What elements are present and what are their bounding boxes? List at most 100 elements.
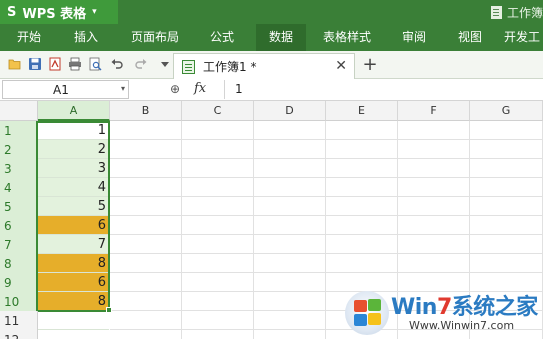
redo-icon[interactable] [134,57,148,71]
cell-a[interactable]: 1 [38,121,109,140]
grid-cell[interactable] [182,292,254,311]
grid-cell[interactable] [470,216,543,235]
cell-a[interactable]: 6 [38,273,109,292]
print-preview-icon[interactable] [88,57,102,71]
grid-cell[interactable] [110,159,182,178]
grid-cell[interactable] [470,159,543,178]
grid-cell[interactable] [110,140,182,159]
grid-cell[interactable] [470,178,543,197]
grid-cell[interactable] [182,121,254,140]
print-icon[interactable] [68,57,82,71]
grid-cell[interactable] [326,178,398,197]
grid-cell[interactable] [254,254,326,273]
undo-icon[interactable] [110,57,124,71]
app-menu-button[interactable]: S WPS 表格 ▾ [0,0,118,24]
grid-cell[interactable] [470,235,543,254]
grid-cell[interactable] [182,235,254,254]
grid-cell[interactable] [182,330,254,339]
row-header[interactable]: 5 [0,197,38,217]
column-header-g[interactable]: G [470,101,543,121]
cell-a[interactable] [38,330,109,339]
insert-function-button[interactable]: fx [194,81,206,96]
cell-a[interactable]: 3 [38,159,109,178]
grid-cell[interactable] [398,178,470,197]
grid-cell[interactable] [182,254,254,273]
grid-cell[interactable] [110,254,182,273]
cell-a[interactable]: 7 [38,235,109,254]
grid-cell[interactable] [326,121,398,140]
cell-a[interactable]: 2 [38,140,109,159]
grid-cell[interactable] [182,216,254,235]
column-header-f[interactable]: F [398,101,470,121]
grid-cell[interactable] [398,159,470,178]
cell-a[interactable]: 4 [38,178,109,197]
grid-cell[interactable] [254,235,326,254]
grid-cell[interactable] [182,273,254,292]
grid-cell[interactable] [110,330,182,339]
fill-handle[interactable] [106,307,112,313]
grid-cell[interactable] [182,197,254,216]
row-header[interactable]: 12 [0,330,38,339]
row-header[interactable]: 10 [0,292,38,312]
grid-cell[interactable] [182,159,254,178]
grid-cell[interactable] [110,292,182,311]
grid-cell[interactable] [326,159,398,178]
grid-cell[interactable] [254,330,326,339]
tab-data[interactable]: 数据 [256,24,306,51]
grid-cell[interactable] [110,121,182,140]
row-header[interactable]: 3 [0,159,38,179]
row-header[interactable]: 11 [0,311,38,331]
grid-cell[interactable] [398,121,470,140]
grid-cell[interactable] [182,311,254,330]
row-header[interactable]: 9 [0,273,38,293]
column-header-a[interactable]: A [38,101,110,121]
grid-cell[interactable] [254,273,326,292]
grid-cell[interactable] [470,140,543,159]
save-icon[interactable] [28,57,42,71]
grid-cell[interactable] [254,140,326,159]
cell-a[interactable] [38,311,109,330]
zoom-lookup-icon[interactable]: ⊕ [170,82,180,96]
grid-cell[interactable] [110,235,182,254]
grid-cell[interactable] [254,178,326,197]
grid-cell[interactable] [398,254,470,273]
grid-cell[interactable] [110,311,182,330]
tab-view[interactable]: 视图 [446,24,494,51]
grid-cell[interactable] [110,178,182,197]
cell-a[interactable]: 8 [38,254,109,273]
grid-cell[interactable] [398,140,470,159]
cell-a[interactable]: 8 [38,292,109,311]
grid-cell[interactable] [398,235,470,254]
grid-cell[interactable] [254,216,326,235]
row-header[interactable]: 7 [0,235,38,255]
grid-cell[interactable] [182,140,254,159]
tab-insert[interactable]: 插入 [60,24,112,51]
row-header[interactable]: 4 [0,178,38,198]
column-header-c[interactable]: C [182,101,254,121]
new-tab-button[interactable]: + [360,54,380,75]
column-header-b[interactable]: B [110,101,182,121]
document-tab[interactable]: 工作簿1 * ✕ [173,53,355,79]
close-icon[interactable]: ✕ [335,58,347,74]
formula-input[interactable]: 1 [224,80,543,99]
row-header[interactable]: 2 [0,140,38,160]
name-box[interactable]: A1 ▾ [2,80,129,99]
grid-cell[interactable] [470,254,543,273]
grid-cell[interactable] [110,197,182,216]
grid-cell[interactable] [326,254,398,273]
grid-cell[interactable] [110,216,182,235]
grid-cell[interactable] [398,197,470,216]
grid-cell[interactable] [254,159,326,178]
grid-cell[interactable] [398,216,470,235]
grid-cell[interactable] [326,235,398,254]
tab-review[interactable]: 审阅 [390,24,438,51]
grid-cell[interactable] [470,121,543,140]
column-header-e[interactable]: E [326,101,398,121]
grid-cell[interactable] [254,292,326,311]
grid-cell[interactable] [326,197,398,216]
tab-home[interactable]: 开始 [6,24,52,51]
grid-cell[interactable] [326,140,398,159]
tab-page-layout[interactable]: 页面布局 [122,24,188,51]
tab-developer[interactable]: 开发工 [504,24,543,51]
column-header-d[interactable]: D [254,101,326,121]
